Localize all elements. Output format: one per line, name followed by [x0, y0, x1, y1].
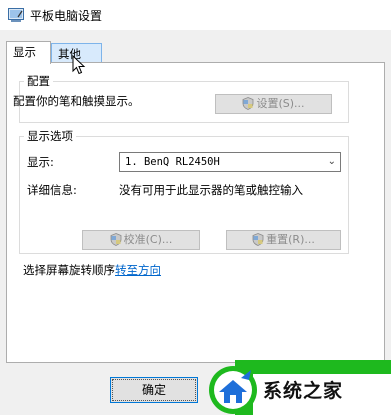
shield-icon — [110, 233, 122, 246]
shield-icon — [243, 97, 254, 110]
watermark-text: 系统之家 — [263, 380, 344, 402]
house-logo-icon — [209, 366, 257, 414]
tab-panel-display: 配置 配置你的笔和触摸显示。 设置(S)... 显示选项 显示: 1. BenQ… — [6, 62, 385, 363]
settings-button[interactable]: 设置(S)... — [215, 94, 332, 114]
details-value: 没有可用于此显示器的笔或触控输入 — [119, 183, 303, 197]
display-select-value: 1. BenQ RL2450H — [125, 156, 220, 168]
settings-button-label: 设置(S)... — [256, 97, 305, 110]
calibrate-button[interactable]: 校准(C)... — [82, 230, 200, 250]
display-label: 显示: — [27, 155, 54, 169]
details-label: 详细信息: — [27, 183, 77, 197]
display-options-title: 显示选项 — [24, 128, 76, 144]
ok-button[interactable]: 确定 — [110, 377, 198, 403]
reset-button[interactable]: 重置(R)... — [226, 230, 341, 250]
tab-display[interactable]: 显示 — [6, 41, 51, 64]
mouse-cursor-icon — [72, 55, 86, 75]
reset-button-label: 重置(R)... — [266, 233, 315, 246]
orientation-link[interactable]: 转至方向 — [115, 263, 161, 277]
tablet-settings-icon — [8, 8, 24, 22]
config-group-title: 配置 — [24, 73, 53, 89]
calibrate-button-label: 校准(C)... — [123, 233, 173, 246]
rotation-row: 选择屏幕旋转顺序转至方向 — [23, 262, 161, 278]
tab-strip: 显示 其他 — [0, 41, 391, 64]
watermark: 系统之家 — [205, 360, 391, 415]
shield-icon — [252, 233, 264, 246]
chevron-down-icon: ⌄ — [327, 156, 336, 167]
window-title: 平板电脑设置 — [30, 9, 103, 23]
rotation-text: 选择屏幕旋转顺序 — [23, 263, 115, 277]
config-description: 配置你的笔和触摸显示。 — [13, 94, 140, 108]
display-select[interactable]: 1. BenQ RL2450H ⌄ — [119, 152, 341, 172]
title-bar: 平板电脑设置 — [0, 0, 391, 30]
